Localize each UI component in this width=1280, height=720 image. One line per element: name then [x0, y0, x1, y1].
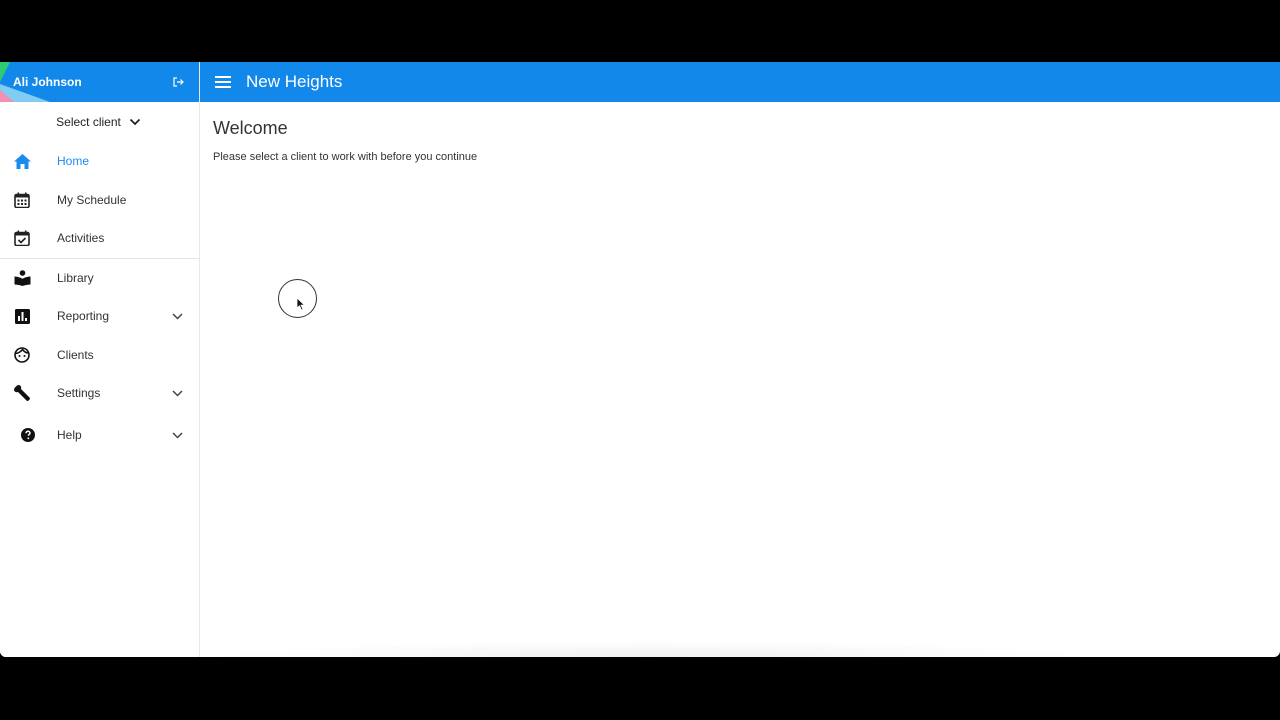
home-icon [13, 152, 31, 170]
sidebar-item-label: Help [57, 428, 82, 442]
sidebar-item-label: My Schedule [57, 192, 127, 207]
sidebar-item-clients[interactable]: Clients [0, 336, 199, 375]
sidebar-item-home[interactable]: Home [0, 142, 199, 181]
chevron-down-icon[interactable] [170, 386, 184, 400]
book-icon [13, 269, 31, 287]
sidebar-item-label: Library [57, 270, 94, 285]
top-app-bar: New Heights [200, 62, 1280, 102]
sidebar-item-reporting[interactable]: Reporting [0, 297, 199, 336]
bar-chart-icon [13, 307, 31, 325]
chevron-down-icon[interactable] [170, 309, 184, 323]
help-circle-icon [19, 426, 37, 444]
page-title: Welcome [213, 118, 288, 138]
user-bar: Ali Johnson [0, 62, 199, 102]
sidebar-item-my-schedule[interactable]: My Schedule [0, 181, 199, 220]
menu-icon[interactable] [214, 73, 232, 91]
sidebar-item-label: Activities [57, 231, 105, 246]
select-client-label: Select client [56, 115, 121, 129]
main-content: Welcome Please select a client to work w… [213, 118, 477, 163]
sidebar-item-settings[interactable]: Settings [0, 374, 199, 413]
face-icon [13, 346, 31, 364]
sidebar-nav-secondary: Library Reporting Clients Settings Help [0, 259, 199, 458]
wrench-icon [13, 384, 31, 402]
user-name: Ali Johnson [13, 75, 82, 89]
app-title: New Heights [246, 72, 343, 91]
sidebar-item-label: Settings [57, 386, 101, 401]
sidebar: Ali Johnson Select client Home My Schedu… [0, 62, 200, 657]
sidebar-item-activities[interactable]: Activities [0, 219, 199, 258]
app-window: Ali Johnson Select client Home My Schedu… [0, 62, 1280, 657]
calendar-check-icon [13, 229, 31, 247]
sidebar-item-label: Reporting [57, 309, 110, 324]
welcome-message: Please select a client to work with befo… [213, 151, 478, 163]
mouse-cursor-icon [296, 297, 306, 311]
sidebar-nav: Home My Schedule Activities [0, 142, 199, 258]
chevron-down-icon [129, 118, 141, 126]
select-client-dropdown[interactable]: Select client [0, 102, 199, 142]
chevron-down-icon[interactable] [170, 428, 184, 442]
bottom-shadow [200, 641, 1100, 657]
calendar-icon [13, 191, 31, 209]
sidebar-item-label: Clients [57, 347, 94, 362]
sidebar-item-label: Home [57, 154, 90, 169]
sidebar-item-library[interactable]: Library [0, 259, 199, 298]
sidebar-item-help[interactable]: Help [0, 413, 199, 458]
logout-icon[interactable] [171, 75, 185, 89]
